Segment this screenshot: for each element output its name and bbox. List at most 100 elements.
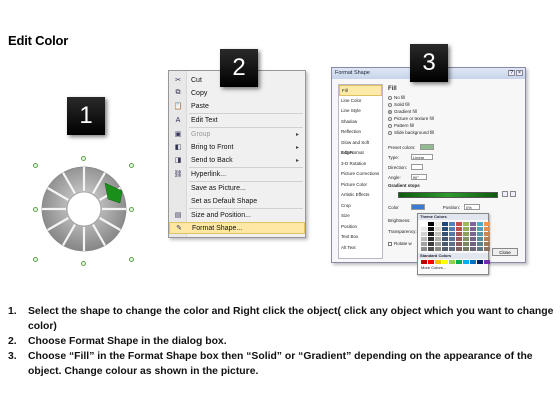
menu-item-format-shape[interactable]: ✎ Format Shape... bbox=[169, 222, 305, 234]
theme-color-swatch[interactable] bbox=[421, 232, 427, 236]
theme-color-swatch[interactable] bbox=[428, 222, 434, 226]
theme-color-swatch[interactable] bbox=[484, 232, 490, 236]
category-crop[interactable]: Crop bbox=[339, 201, 382, 212]
menu-item-size-and-position[interactable]: ▤ Size and Position... bbox=[169, 209, 305, 221]
theme-color-swatch[interactable] bbox=[484, 237, 490, 241]
position-input[interactable]: 0% bbox=[464, 204, 481, 210]
add-stop-icon[interactable] bbox=[502, 191, 508, 197]
theme-color-swatch[interactable] bbox=[477, 237, 483, 241]
standard-color-swatch[interactable] bbox=[428, 260, 434, 264]
type-dropdown[interactable]: Linear bbox=[411, 154, 434, 160]
theme-color-swatch[interactable] bbox=[442, 247, 448, 251]
theme-color-swatch[interactable] bbox=[470, 237, 476, 241]
theme-color-swatch[interactable] bbox=[463, 227, 469, 231]
theme-color-swatch[interactable] bbox=[463, 237, 469, 241]
fill-option-no-fill[interactable]: No fill bbox=[388, 94, 522, 101]
close-button[interactable]: Close bbox=[492, 248, 518, 256]
theme-color-swatch[interactable] bbox=[477, 232, 483, 236]
category-fill[interactable]: Fill bbox=[339, 85, 382, 96]
category-size[interactable]: Size bbox=[339, 211, 382, 222]
theme-color-swatch[interactable] bbox=[484, 242, 490, 246]
theme-color-swatch[interactable] bbox=[484, 247, 490, 251]
theme-color-swatch[interactable] bbox=[463, 242, 469, 246]
theme-color-swatch[interactable] bbox=[484, 227, 490, 231]
theme-color-swatch[interactable] bbox=[421, 242, 427, 246]
theme-color-swatch[interactable] bbox=[449, 227, 455, 231]
category-shadow[interactable]: Shadow bbox=[339, 117, 382, 128]
menu-item-set-as-default-shape[interactable]: Set as Default Shape bbox=[169, 195, 305, 207]
menu-item-group[interactable]: ▣ Group ▸ bbox=[169, 128, 305, 140]
category-alt-text[interactable]: Alt Text bbox=[339, 243, 382, 254]
theme-color-swatch[interactable] bbox=[421, 222, 427, 226]
theme-color-swatch[interactable] bbox=[428, 237, 434, 241]
theme-color-swatch[interactable] bbox=[435, 227, 441, 231]
remove-stop-icon[interactable] bbox=[510, 191, 516, 197]
category-artistic-effects[interactable]: Artistic Effects bbox=[339, 190, 382, 201]
theme-color-swatch[interactable] bbox=[463, 247, 469, 251]
category-glow-and-soft-edges[interactable]: Glow and Soft Edges bbox=[339, 138, 382, 156]
menu-item-save-as-picture[interactable]: Save as Picture... bbox=[169, 182, 305, 194]
menu-item-edit-text[interactable]: A Edit Text bbox=[169, 114, 305, 126]
theme-color-swatch[interactable] bbox=[421, 247, 427, 251]
standard-color-swatch[interactable] bbox=[449, 260, 455, 264]
standard-color-swatch[interactable] bbox=[484, 260, 490, 264]
category-position[interactable]: Position bbox=[339, 222, 382, 233]
theme-color-swatch[interactable] bbox=[428, 242, 434, 246]
selected-shape[interactable] bbox=[33, 156, 134, 267]
standard-color-swatch[interactable] bbox=[435, 260, 441, 264]
category-text-box[interactable]: Text Box bbox=[339, 232, 382, 243]
category-line-color[interactable]: Line Color bbox=[339, 96, 382, 107]
theme-color-swatch[interactable] bbox=[449, 242, 455, 246]
theme-color-swatch[interactable] bbox=[421, 237, 427, 241]
theme-color-swatch[interactable] bbox=[477, 242, 483, 246]
theme-color-swatch[interactable] bbox=[449, 247, 455, 251]
theme-color-swatch[interactable] bbox=[470, 247, 476, 251]
theme-color-swatch[interactable] bbox=[435, 222, 441, 226]
standard-color-swatch[interactable] bbox=[456, 260, 462, 264]
rotate-checkbox[interactable] bbox=[388, 241, 392, 246]
theme-color-swatch[interactable] bbox=[435, 232, 441, 236]
theme-color-swatch[interactable] bbox=[428, 232, 434, 236]
standard-color-swatch[interactable] bbox=[442, 260, 448, 264]
fill-option-solid-fill[interactable]: Solid fill bbox=[388, 101, 522, 108]
category-3-d-format[interactable]: 3-D Format bbox=[339, 148, 382, 159]
theme-color-swatch[interactable] bbox=[463, 232, 469, 236]
theme-color-swatch[interactable] bbox=[470, 242, 476, 246]
category-picture-corrections[interactable]: Picture Corrections bbox=[339, 169, 382, 180]
theme-color-swatch[interactable] bbox=[428, 227, 434, 231]
close-icon[interactable]: × bbox=[516, 70, 523, 76]
angle-input[interactable]: 90° bbox=[410, 174, 427, 180]
category-picture-color[interactable]: Picture Color bbox=[339, 180, 382, 191]
theme-color-swatch[interactable] bbox=[477, 247, 483, 251]
menu-item-copy[interactable]: ⧉ Copy bbox=[169, 87, 305, 99]
theme-color-swatch[interactable] bbox=[449, 232, 455, 236]
fill-option-slide-background-fill[interactable]: Slide background fill bbox=[388, 129, 522, 136]
theme-color-swatch[interactable] bbox=[428, 247, 434, 251]
theme-color-swatch[interactable] bbox=[442, 242, 448, 246]
standard-color-swatch[interactable] bbox=[463, 260, 469, 264]
theme-color-swatch[interactable] bbox=[470, 222, 476, 226]
theme-color-swatch[interactable] bbox=[456, 247, 462, 251]
standard-color-swatch[interactable] bbox=[421, 260, 427, 264]
menu-item-send-to-back[interactable]: ◨ Send to Back ▸ bbox=[169, 154, 305, 166]
gradient-stops-bar[interactable] bbox=[398, 192, 498, 198]
fill-option-pattern-fill[interactable]: Pattern fill bbox=[388, 122, 522, 129]
theme-color-swatch[interactable] bbox=[435, 242, 441, 246]
category-reflection[interactable]: Reflection bbox=[339, 127, 382, 138]
theme-color-swatch[interactable] bbox=[435, 247, 441, 251]
theme-color-swatch[interactable] bbox=[456, 222, 462, 226]
theme-color-swatch[interactable] bbox=[421, 227, 427, 231]
theme-color-swatch[interactable] bbox=[442, 222, 448, 226]
theme-color-swatch[interactable] bbox=[470, 232, 476, 236]
theme-color-swatch[interactable] bbox=[435, 237, 441, 241]
fill-option-picture-or-texture-fill[interactable]: Picture or texture fill bbox=[388, 115, 522, 122]
theme-color-swatch[interactable] bbox=[449, 222, 455, 226]
circular-arrows-diagram[interactable] bbox=[34, 157, 134, 267]
menu-item-paste[interactable]: 📋 Paste bbox=[169, 100, 305, 112]
theme-color-swatch[interactable] bbox=[463, 222, 469, 226]
standard-color-swatch[interactable] bbox=[477, 260, 483, 264]
preset-colors-dropdown[interactable] bbox=[419, 144, 434, 150]
menu-item-hyperlink[interactable]: ⛓ Hyperlink... bbox=[169, 168, 305, 180]
theme-color-swatch[interactable] bbox=[442, 227, 448, 231]
category-3-d-rotation[interactable]: 3-D Rotation bbox=[339, 159, 382, 170]
